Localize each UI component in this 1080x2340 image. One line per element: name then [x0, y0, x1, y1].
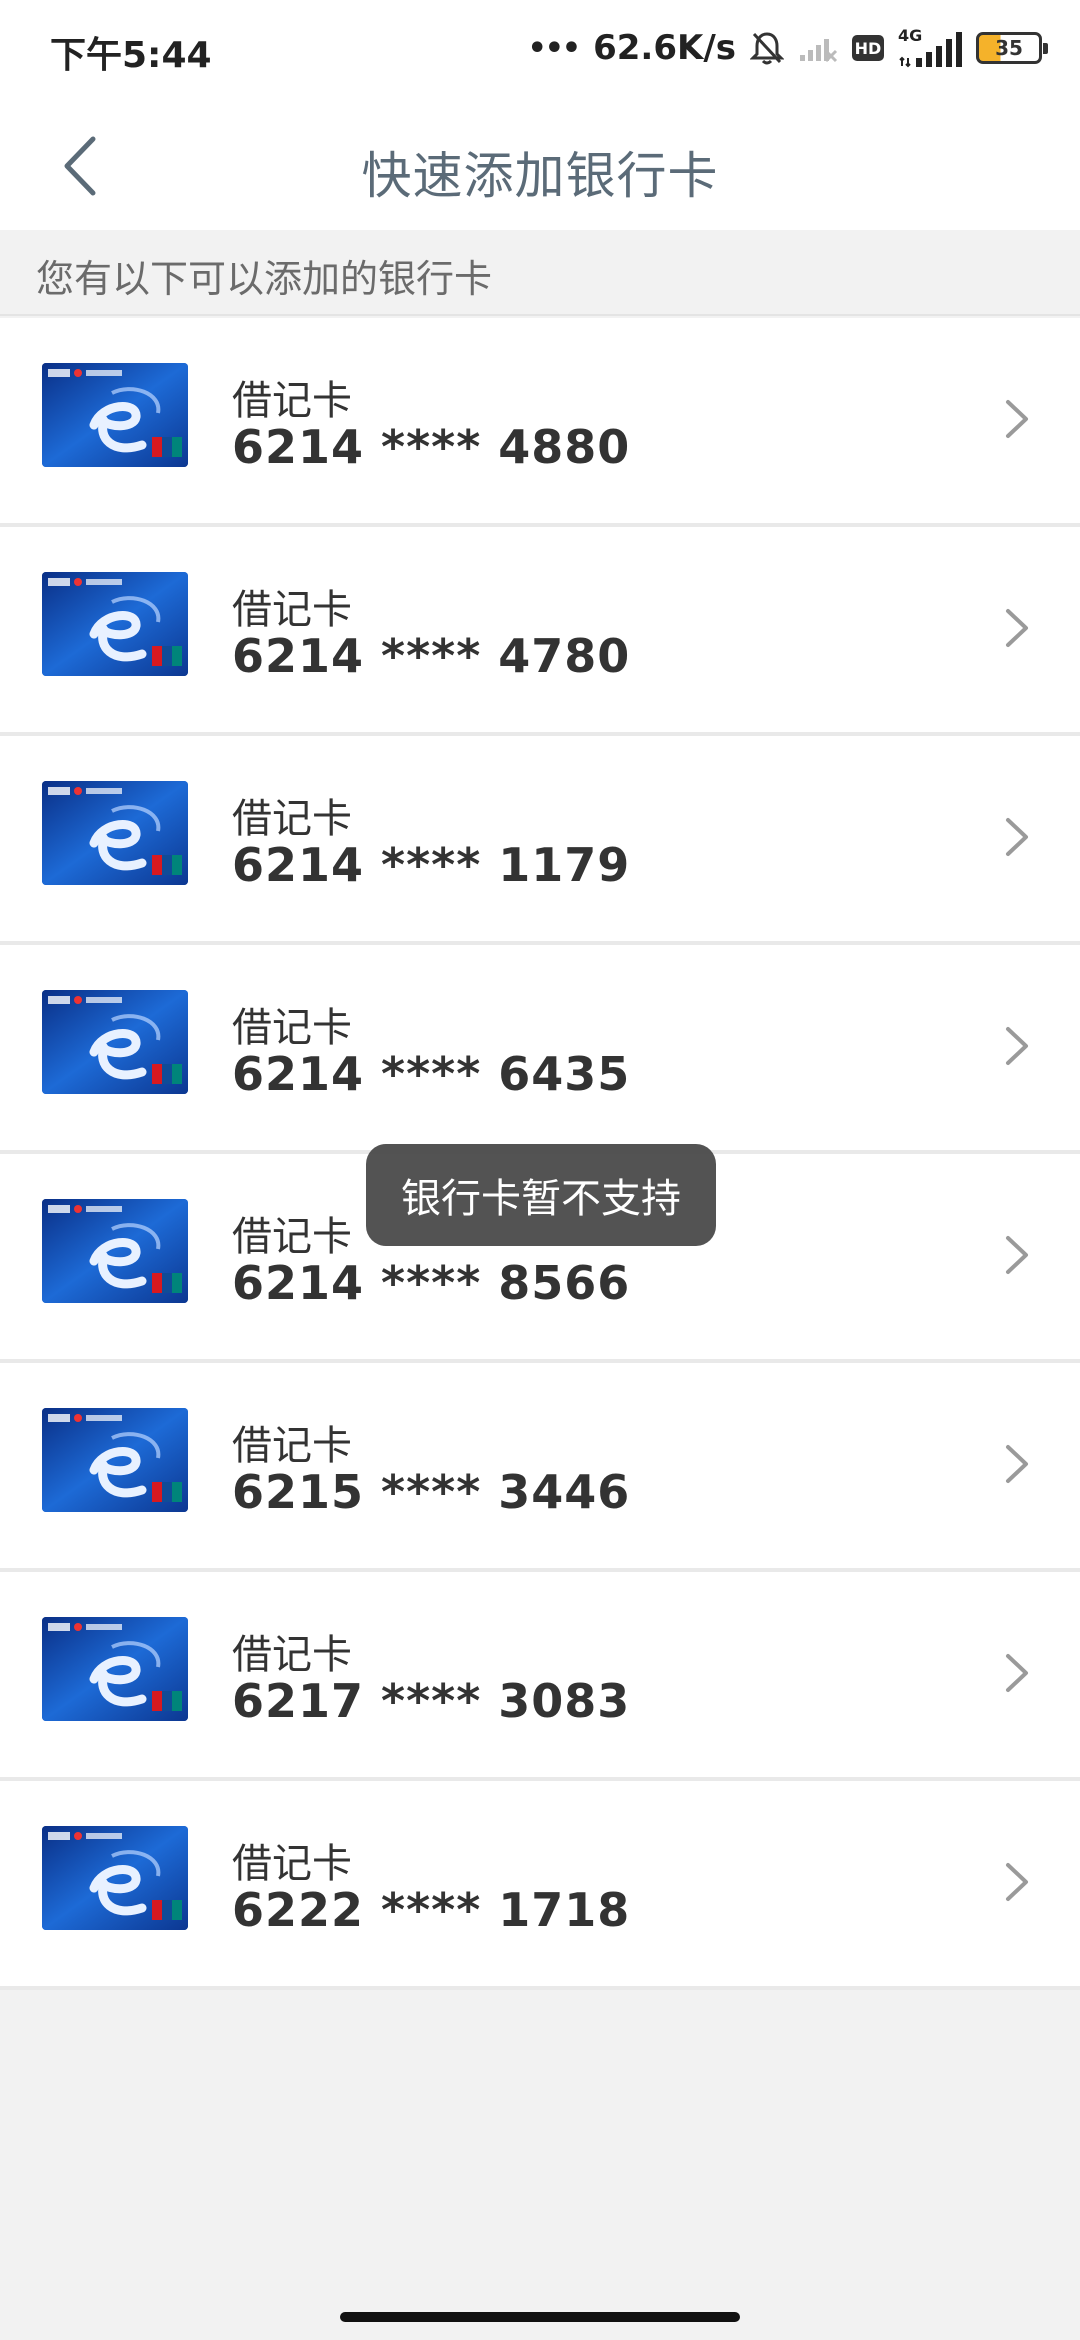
screen: 下午5:44 ••• 62.6K/s HD 4G 35 快速添加银行卡 您有以下… [0, 0, 1080, 2340]
icbc-card-icon [42, 572, 188, 676]
toast-text: 银行卡暂不支持 [401, 1176, 681, 1222]
home-indicator[interactable] [340, 2312, 740, 2322]
card-type: 借记卡 [232, 378, 352, 424]
status-bar: 下午5:44 ••• 62.6K/s HD 4G 35 [0, 0, 1080, 100]
card-type: 借记卡 [232, 1005, 352, 1051]
icbc-card-icon [42, 781, 188, 885]
chevron-right-icon [1006, 1236, 1028, 1274]
chevron-right-icon [1006, 609, 1028, 647]
card-row[interactable]: 借记卡 6214 **** 6435 [0, 945, 1080, 1154]
card-type: 借记卡 [232, 1423, 352, 1469]
hd-badge: HD [852, 35, 884, 61]
card-number: 6214 **** 4780 [232, 629, 631, 683]
card-number: 6214 **** 8566 [232, 1256, 631, 1310]
card-type: 借记卡 [232, 1841, 352, 1887]
card-type: 借记卡 [232, 796, 352, 842]
card-type: 借记卡 [232, 587, 352, 633]
chevron-right-icon [1006, 818, 1028, 856]
battery-icon: 35 [976, 32, 1048, 64]
bell-muted-icon [750, 32, 784, 65]
chevron-right-icon [1006, 1445, 1028, 1483]
chevron-right-icon [1006, 1027, 1028, 1065]
toast-message: 银行卡暂不支持 [366, 1144, 716, 1246]
chevron-right-icon [1006, 400, 1028, 438]
signal-full-icon [899, 32, 962, 68]
card-number: 6215 **** 3446 [232, 1465, 631, 1519]
icbc-card-icon [42, 990, 188, 1094]
card-number: 6214 **** 1179 [232, 838, 631, 892]
icbc-card-icon [42, 1408, 188, 1512]
card-number: 6217 **** 3083 [232, 1674, 631, 1728]
card-row[interactable]: 借记卡 6214 **** 1179 [0, 736, 1080, 945]
more-dots-icon: ••• [527, 30, 582, 66]
card-row[interactable]: 借记卡 6214 **** 4780 [0, 527, 1080, 736]
card-number: 6214 **** 4880 [232, 420, 631, 474]
card-row[interactable]: 借记卡 6215 **** 3446 [0, 1363, 1080, 1572]
page-title: 快速添加银行卡 [361, 147, 719, 205]
card-number: 6214 **** 6435 [232, 1047, 631, 1101]
icbc-card-icon [42, 1617, 188, 1721]
icbc-card-icon [42, 1826, 188, 1930]
chevron-right-icon [1006, 1654, 1028, 1692]
chevron-right-icon [1006, 1863, 1028, 1901]
status-time: 下午5:44 [50, 35, 212, 76]
card-row[interactable]: 借记卡 6222 **** 1718 [0, 1781, 1080, 1990]
section-header: 您有以下可以添加的银行卡 [0, 230, 1080, 316]
network-4g: 4G [898, 26, 962, 68]
card-type: 借记卡 [232, 1632, 352, 1678]
header: 快速添加银行卡 [0, 100, 1080, 230]
icbc-card-icon [42, 363, 188, 467]
signal-weak-icon [800, 39, 838, 63]
net-speed: 62.6K/s [593, 28, 736, 68]
icbc-card-icon [42, 1199, 188, 1303]
card-row[interactable]: 借记卡 6217 **** 3083 [0, 1572, 1080, 1781]
status-icons: ••• 62.6K/s HD 4G 35 [527, 26, 1048, 70]
card-number: 6222 **** 1718 [232, 1883, 631, 1937]
card-row[interactable]: 借记卡 6214 **** 4880 [0, 318, 1080, 527]
section-text: 您有以下可以添加的银行卡 [36, 257, 493, 301]
card-type: 借记卡 [232, 1214, 352, 1260]
